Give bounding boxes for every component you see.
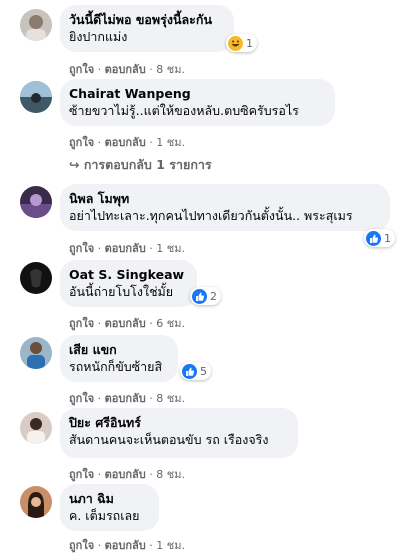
like-reaction-icon — [366, 230, 381, 246]
comment-time[interactable]: 6 ชม. — [156, 317, 185, 330]
reply-button[interactable]: ตอบกลับ — [105, 392, 146, 405]
like-button[interactable]: ถูกใจ — [69, 468, 94, 481]
comment-actions: ถูกใจ · ตอบกลับ · 1 ชม. — [69, 136, 185, 149]
comment-bubble: ปิยะ ศรีอินทร์ สันดานคนจะเห็นตอนขับ รถ เ… — [60, 408, 298, 458]
reply-button[interactable]: ตอบกลับ — [105, 317, 146, 330]
comment-time[interactable]: 1 ชม. — [156, 539, 185, 552]
comment-author[interactable]: นภา ฉิม — [69, 490, 147, 507]
reaction-count: 5 — [200, 364, 207, 378]
like-button[interactable]: ถูกใจ — [69, 242, 94, 255]
avatar[interactable] — [20, 9, 52, 41]
comment-actions: ถูกใจ · ตอบกลับ · 1 ชม. — [69, 242, 185, 255]
like-button[interactable]: ถูกใจ — [69, 539, 94, 552]
avatar[interactable] — [20, 337, 52, 369]
like-button[interactable]: ถูกใจ — [69, 392, 94, 405]
comment-bubble: นภา ฉิม ค. เต็มรถเลย — [60, 484, 159, 531]
comment-author[interactable]: Oat S. Singkeaw — [69, 266, 185, 283]
reply-button[interactable]: ตอบกลับ — [105, 63, 146, 76]
comment-text: สันดานคนจะเห็นตอนขับ รถ เรืองจริง — [69, 432, 269, 447]
reply-button[interactable]: ตอบกลับ — [105, 242, 146, 255]
comment-time[interactable]: 8 ชม. — [156, 63, 185, 76]
comment-text: ซ้ายขวาไม่รู้..แต่ให้ของหลับ.ตบซิครับรอไ… — [69, 103, 299, 118]
comment-bubble: วันนี้ดีไม่พอ ขอพรุ่งนี้ละกัน ยิงปากแม่ง — [60, 5, 234, 52]
comment-text: ค. เต็มรถเลย — [69, 508, 140, 523]
view-replies-link[interactable]: ↪ การตอบกลับ 1 รายการ — [69, 155, 212, 175]
comment-time[interactable]: 8 ชม. — [156, 392, 185, 405]
comment-actions: ถูกใจ · ตอบกลับ · 6 ชม. — [69, 317, 185, 330]
comment-text: รถหนักก็ขับซ้ายสิ — [69, 359, 163, 374]
comment-time[interactable]: 8 ชม. — [156, 468, 185, 481]
reply-button[interactable]: ตอบกลับ — [105, 136, 146, 149]
reply-button[interactable]: ตอบกลับ — [105, 468, 146, 481]
comment-author[interactable]: ปิยะ ศรีอินทร์ — [69, 414, 286, 431]
avatar[interactable] — [20, 81, 52, 113]
replies-label: การตอบกลับ 1 รายการ — [83, 157, 212, 172]
like-button[interactable]: ถูกใจ — [69, 317, 94, 330]
comment-author[interactable]: วันนี้ดีไม่พอ ขอพรุ่งนี้ละกัน — [69, 11, 222, 28]
comment-author[interactable]: เสีย แขก — [69, 341, 166, 358]
comment-author[interactable]: นิพล โมพุท — [69, 190, 378, 207]
avatar[interactable] — [20, 262, 52, 294]
comment-bubble: Chairat Wanpeng ซ้ายขวาไม่รู้..แต่ให้ของ… — [60, 79, 335, 126]
comment-text: ยิงปากแม่ง — [69, 29, 128, 44]
like-button[interactable]: ถูกใจ — [69, 63, 94, 76]
reaction-badge[interactable]: 1 — [364, 229, 395, 247]
haha-reaction-icon — [228, 35, 243, 51]
like-button[interactable]: ถูกใจ — [69, 136, 94, 149]
like-reaction-icon — [182, 363, 197, 379]
reply-button[interactable]: ตอบกลับ — [105, 539, 146, 552]
reaction-count: 2 — [210, 289, 217, 303]
comment-actions: ถูกใจ · ตอบกลับ · 8 ชม. — [69, 63, 185, 76]
comment-actions: ถูกใจ · ตอบกลับ · 8 ชม. — [69, 468, 185, 481]
reaction-count: 1 — [246, 36, 253, 50]
like-reaction-icon — [192, 288, 207, 304]
avatar[interactable] — [20, 486, 52, 518]
comment-author[interactable]: Chairat Wanpeng — [69, 85, 323, 102]
avatar[interactable] — [20, 412, 52, 444]
comment-bubble: เสีย แขก รถหนักก็ขับซ้ายสิ — [60, 335, 178, 382]
reaction-badge[interactable]: 5 — [180, 362, 211, 380]
avatar[interactable] — [20, 186, 52, 218]
reply-arrow-icon: ↪ — [69, 157, 80, 172]
comment-bubble: Oat S. Singkeaw อันนี้ถ่ายโบโงใช่มั้ย — [60, 260, 197, 307]
comment-actions: ถูกใจ · ตอบกลับ · 1 ชม. — [69, 539, 185, 552]
reaction-badge[interactable]: 1 — [226, 34, 257, 52]
comment-bubble: นิพล โมพุท อย่าไปทะเลาะ.ทุกคนไปทางเดียวก… — [60, 184, 390, 231]
comment-time[interactable]: 1 ชม. — [156, 242, 185, 255]
comment-text: อย่าไปทะเลาะ.ทุกคนไปทางเดียวกันตั้งนั้น.… — [69, 208, 353, 223]
reaction-badge[interactable]: 2 — [190, 287, 221, 305]
comment-actions: ถูกใจ · ตอบกลับ · 8 ชม. — [69, 392, 185, 405]
comment-time[interactable]: 1 ชม. — [156, 136, 185, 149]
comment-text: อันนี้ถ่ายโบโงใช่มั้ย — [69, 284, 174, 299]
reaction-count: 1 — [384, 231, 391, 245]
